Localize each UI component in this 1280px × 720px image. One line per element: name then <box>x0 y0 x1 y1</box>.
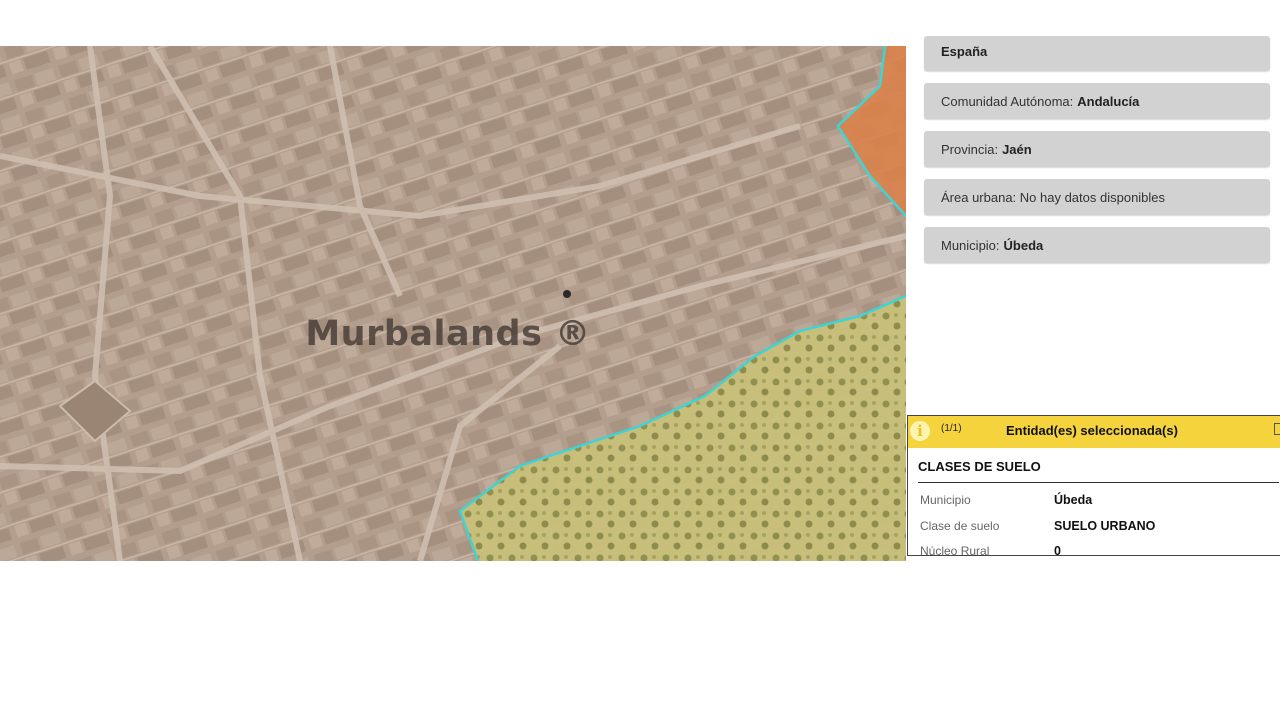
country-value: España <box>941 44 988 59</box>
section-divider <box>918 482 1279 483</box>
popup-header: i (1/1) Entidad(es) seleccionada(s) <box>908 416 1280 448</box>
urban-area-label: Área urbana: No hay datos disponibles <box>941 189 1166 205</box>
attribute-value: Úbeda <box>1054 493 1093 507</box>
municipality-card: Municipio: Úbeda <box>924 227 1270 263</box>
province-value: Jaén <box>1002 141 1032 157</box>
attribute-value: 0 <box>1054 544 1061 556</box>
country-card: España <box>924 36 1270 71</box>
urban-area-card: Área urbana: No hay datos disponibles <box>924 179 1270 215</box>
attribute-value: SUELO URBANO <box>1054 519 1156 533</box>
info-icon: i <box>910 421 930 441</box>
province-card: Provincia: Jaén <box>924 131 1270 167</box>
map-canvas <box>0 46 906 561</box>
map-top-strip <box>0 0 906 46</box>
region-card: Comunidad Autónoma: Andalucía <box>924 83 1270 119</box>
region-label: Comunidad Autónoma: <box>941 93 1074 109</box>
attribute-key: Núcleo Rural <box>920 544 990 556</box>
satellite-map[interactable]: Murbalands ® <box>0 46 906 561</box>
popup-counter: (1/1) <box>941 423 962 434</box>
region-value: Andalucía <box>1077 93 1140 109</box>
section-title: CLASES DE SUELO <box>918 459 1041 474</box>
municipality-label: Municipio: <box>941 237 1000 253</box>
selection-popup: i (1/1) Entidad(es) seleccionada(s) CLAS… <box>907 415 1280 556</box>
popup-title: Entidad(es) seleccionada(s) <box>1006 423 1178 438</box>
location-info-panel: España Comunidad Autónoma: Andalucía Pro… <box>924 36 1270 275</box>
attribute-key: Clase de suelo <box>920 519 1000 533</box>
maximize-icon[interactable] <box>1274 423 1280 435</box>
attribute-key: Municipio <box>920 493 971 507</box>
municipality-value: Úbeda <box>1003 237 1044 253</box>
location-marker[interactable] <box>563 290 571 298</box>
province-label: Provincia: <box>941 141 999 157</box>
